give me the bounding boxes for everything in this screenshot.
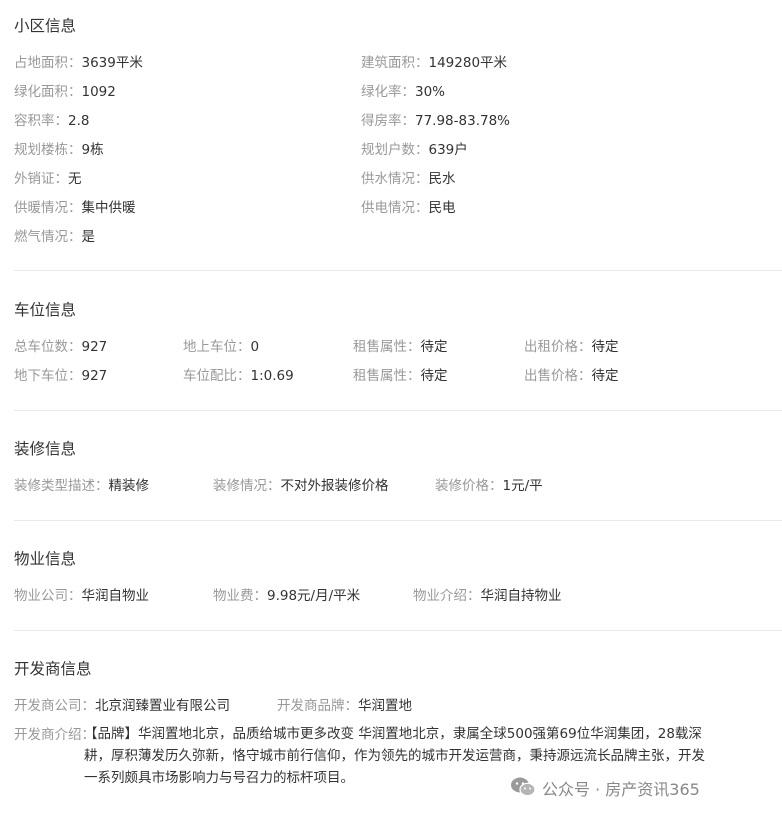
developer-intro-line: 耕，厚积薄发历久弥新，恪守城市前行信仰，作为领先的城市开发运营商，秉持源远流长品…	[84, 748, 705, 764]
sale-price-value: 待定	[591, 368, 619, 384]
property-company-label: 物业公司：	[14, 588, 82, 604]
section-divider	[14, 630, 782, 631]
developer-company-value: 北京润臻置业有限公司	[95, 698, 230, 714]
underground-spaces-label: 地下车位：	[14, 368, 82, 384]
space-ratio-label: 车位配比：	[183, 368, 251, 384]
property-intro-value: 华润自持物业	[480, 588, 562, 604]
community-section-title: 小区信息	[14, 17, 77, 35]
underground-spaces-value: 927	[81, 368, 108, 384]
planned-buildings-label: 规划楼栋：	[14, 142, 82, 158]
plot-ratio-label: 容积率：	[14, 113, 68, 129]
property-intro-label: 物业介绍：	[413, 588, 481, 604]
power-supply-label: 供电情况：	[361, 200, 429, 216]
export-cert-label: 外销证：	[14, 171, 68, 187]
developer-company-label: 开发商公司：	[14, 698, 95, 714]
land-area-label: 占地面积：	[14, 55, 82, 71]
green-ratio-value: 30%	[415, 84, 446, 100]
section-divider	[14, 410, 782, 411]
watermark-text: 公众号 · 房产资讯365	[542, 780, 700, 799]
above-ground-spaces-label: 地上车位：	[183, 339, 251, 355]
property-section-title: 物业信息	[14, 550, 77, 568]
developer-brand-value: 华润置地	[358, 698, 412, 714]
rent-sale-attr-label: 租售属性：	[353, 339, 421, 355]
green-area-value: 1092	[81, 84, 116, 100]
sale-price-label: 出售价格：	[524, 368, 592, 384]
usable-ratio-value: 77.98-83.78%	[415, 113, 510, 129]
developer-section-title: 开发商信息	[14, 660, 92, 678]
section-divider	[14, 270, 782, 271]
total-spaces-value: 927	[81, 339, 108, 355]
gas-label: 燃气情况：	[14, 229, 82, 245]
decoration-status-value: 不对外报装修价格	[280, 478, 389, 494]
space-ratio-value: 1:0.69	[250, 368, 294, 384]
section-divider	[14, 520, 782, 521]
decoration-price-value: 1元/平	[502, 478, 543, 494]
above-ground-spaces-value: 0	[250, 339, 260, 355]
green-ratio-label: 绿化率：	[361, 84, 415, 100]
total-spaces-label: 总车位数：	[14, 339, 82, 355]
decoration-type-value: 精装修	[108, 478, 150, 494]
developer-intro-line: 【品牌】华润置地北京，品质给城市更多改变 华润置地北京，隶属全球500强第69位…	[84, 726, 702, 742]
planned-buildings-value: 9栋	[81, 142, 104, 158]
decoration-section-title: 装修信息	[14, 440, 77, 458]
developer-brand-label: 开发商品牌：	[277, 698, 358, 714]
parking-section-title: 车位信息	[14, 301, 77, 319]
building-area-value: 149280平米	[428, 55, 508, 71]
rent-sale-attr-value: 待定	[420, 368, 448, 384]
water-supply-value: 民水	[428, 171, 456, 187]
property-fee-value: 9.98元/月/平米	[267, 588, 361, 604]
land-area-value: 3639平米	[81, 55, 143, 71]
wechat-icon	[510, 776, 536, 805]
rent-price-label: 出租价格：	[524, 339, 592, 355]
rent-sale-attr-value: 待定	[420, 339, 448, 355]
water-supply-label: 供水情况：	[361, 171, 429, 187]
usable-ratio-label: 得房率：	[361, 113, 415, 129]
planned-units-value: 639户	[428, 142, 468, 158]
building-area-label: 建筑面积：	[361, 55, 429, 71]
decoration-price-label: 装修价格：	[435, 478, 503, 494]
rent-sale-attr-label: 租售属性：	[353, 368, 421, 384]
heating-label: 供暖情况：	[14, 200, 82, 216]
decoration-type-label: 装修类型描述：	[14, 478, 109, 494]
plot-ratio-value: 2.8	[68, 113, 90, 129]
property-company-value: 华润自物业	[81, 588, 150, 604]
heating-value: 集中供暖	[81, 200, 136, 216]
power-supply-value: 民电	[428, 200, 456, 216]
rent-price-value: 待定	[591, 339, 619, 355]
export-cert-value: 无	[68, 171, 82, 187]
planned-units-label: 规划户数：	[361, 142, 429, 158]
green-area-label: 绿化面积：	[14, 84, 82, 100]
watermark: 公众号 · 房产资讯365	[510, 776, 700, 800]
developer-intro-label: 开发商介绍：	[14, 727, 95, 743]
property-fee-label: 物业费：	[213, 588, 267, 604]
gas-value: 是	[81, 229, 96, 245]
decoration-status-label: 装修情况：	[213, 478, 281, 494]
